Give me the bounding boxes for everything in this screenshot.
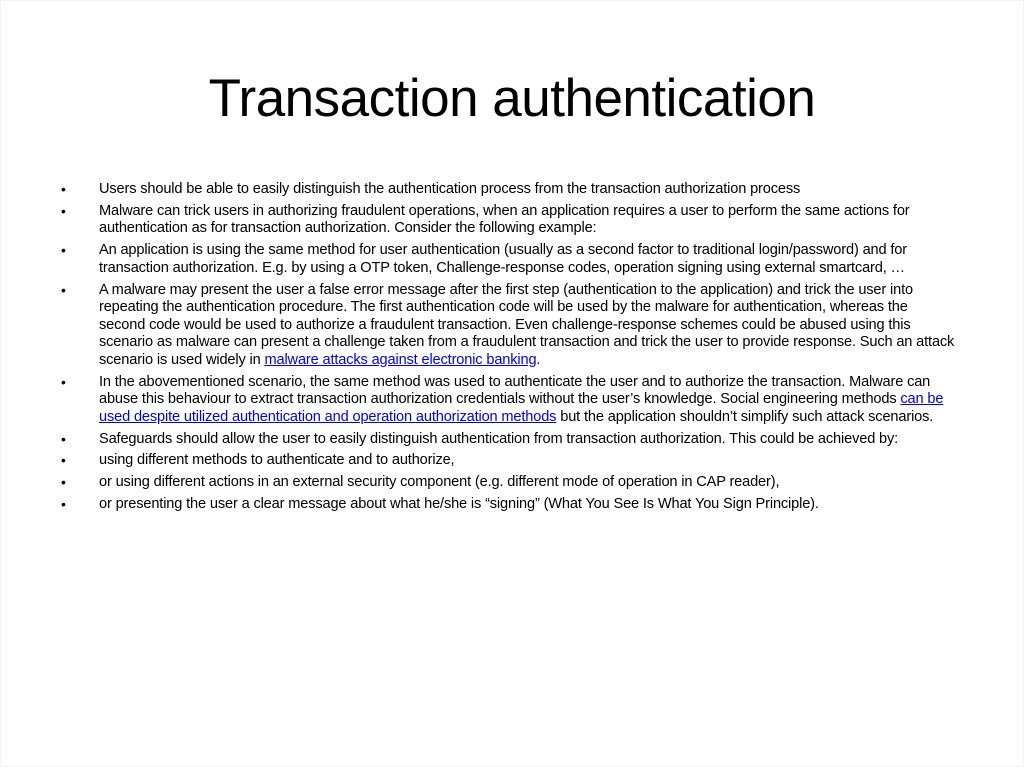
bullet-icon: • bbox=[61, 452, 66, 469]
bullet-item: • In the abovementioned scenario, the sam… bbox=[57, 374, 957, 427]
bullet-text: using different methods to authenticate … bbox=[99, 452, 455, 469]
bullet-item: • Malware can trick users in authorizing … bbox=[57, 203, 957, 238]
bullet-icon: • bbox=[61, 242, 66, 259]
bullet-item: • or presenting the user a clear message … bbox=[57, 496, 957, 514]
bullet-icon: • bbox=[61, 430, 66, 447]
bullet-text: or using different actions in an externa… bbox=[99, 474, 780, 491]
bullet-text: In the abovementioned scenario, the same… bbox=[99, 373, 931, 408]
slide: Transaction authentication • Users should… bbox=[0, 0, 1024, 767]
bullet-text: An application is using the same method … bbox=[99, 242, 907, 276]
bullet-text: Users should be able to easily distingui… bbox=[99, 181, 801, 197]
bullet-list: • Users should be able to easily distingu… bbox=[57, 181, 957, 518]
bullet-text: or presenting the user a clear message a… bbox=[99, 496, 819, 512]
bullet-icon: • bbox=[61, 202, 66, 219]
bullet-item: • An application is using the same method… bbox=[57, 242, 957, 277]
bullet-icon: • bbox=[61, 474, 66, 491]
bullet-item: • using different methods to authenticate… bbox=[57, 452, 957, 470]
bullet-item: • A malware may present the user a false … bbox=[57, 282, 957, 370]
bullet-icon: • bbox=[61, 281, 66, 298]
bullet-text-after: but the application shouldn’t simplify s… bbox=[556, 408, 934, 425]
bullet-icon: • bbox=[61, 496, 66, 512]
bullet-text-after: . bbox=[536, 351, 541, 368]
slide-title: Transaction authentication bbox=[208, 69, 816, 128]
bullet-text: Malware can trick users in authorizing f… bbox=[99, 202, 910, 237]
bullet-item: • Safeguards should allow the user to eas… bbox=[57, 431, 957, 449]
bullet-item: • or using different actions in an extern… bbox=[57, 474, 957, 492]
bullet-icon: • bbox=[61, 373, 66, 390]
bullet-item: • Users should be able to easily distingu… bbox=[57, 181, 957, 199]
bullet-icon: • bbox=[61, 181, 66, 197]
malware-attacks-link[interactable]: malware attacks against electronic banki… bbox=[264, 352, 536, 368]
bullet-text: Safeguards should allow the user to easi… bbox=[99, 430, 899, 447]
